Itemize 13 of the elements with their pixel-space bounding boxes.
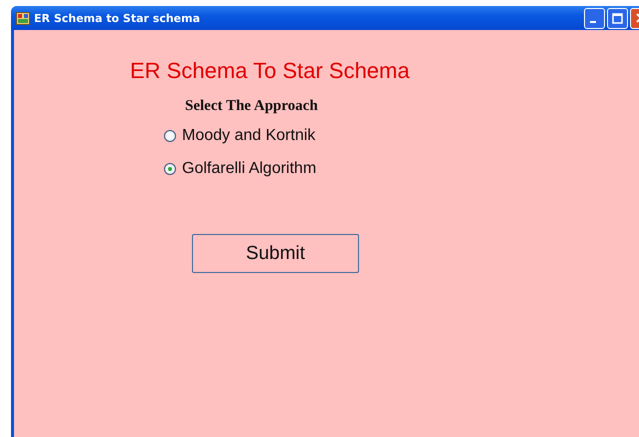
submit-button[interactable]: Submit [192, 234, 359, 273]
approach-label: Select The Approach [185, 98, 318, 115]
maximize-button[interactable] [607, 8, 628, 28]
radio-button[interactable] [164, 163, 176, 175]
option-label: Moody and Kortnik [182, 127, 316, 145]
minimize-button[interactable] [584, 8, 605, 28]
window-title: ER Schema to Star schema [34, 12, 202, 24]
minimize-icon [590, 21, 596, 23]
app-icon [16, 12, 30, 24]
maximize-icon [612, 12, 623, 24]
option-label: Golfarelli Algorithm [182, 160, 316, 178]
radio-button[interactable] [164, 130, 176, 142]
form-heading: ER Schema To Star Schema [130, 58, 410, 84]
